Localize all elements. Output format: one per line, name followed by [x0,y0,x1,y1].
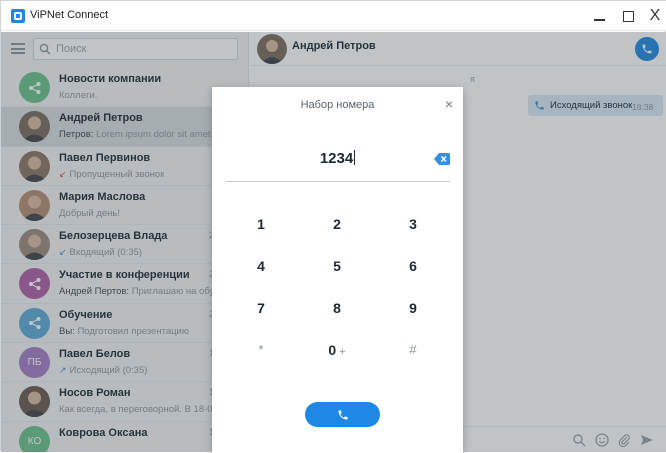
dial-key[interactable]: 1 [236,211,286,237]
minimize-button[interactable] [584,5,614,27]
app-window: ViPNet Connect X Новости компанииКоллеги… [0,0,666,453]
dial-key[interactable]: 6 [388,253,438,279]
close-dialog-button[interactable]: × [441,96,457,112]
dial-key[interactable]: 2 [312,211,362,237]
dial-key[interactable]: 4 [236,253,286,279]
dial-key[interactable]: 9 [388,295,438,321]
dial-key[interactable]: * [236,337,286,363]
phone-icon [338,410,347,419]
dialed-number[interactable]: 1234 [212,150,463,167]
text-caret [354,150,356,165]
app-title: ViPNet Connect [30,9,109,21]
dial-key[interactable]: 3 [388,211,438,237]
dial-call-button[interactable] [305,402,380,427]
dial-key[interactable]: 5 [312,253,362,279]
maximize-icon [622,10,634,22]
dial-key[interactable]: 0 + [312,337,362,363]
close-window-button[interactable]: X [640,5,666,27]
dial-key[interactable]: 7 [236,295,286,321]
title-bar: ViPNet Connect X [1,1,666,31]
dial-key[interactable]: 8 [312,295,362,321]
backspace-icon[interactable] [434,153,450,165]
minimize-icon [593,19,605,21]
dial-key[interactable]: # [388,337,438,363]
app-logo-icon [11,9,25,23]
modal-overlay: Набор номера × 1234 1 2 3 4 5 6 7 8 9 * 0 + # [1,32,666,453]
input-divider [226,181,450,182]
dial-dialog: Набор номера × 1234 1 2 3 4 5 6 7 8 9 * 0 + # [212,87,463,453]
dialog-title: Набор номера [300,99,375,111]
maximize-button[interactable] [613,5,643,27]
